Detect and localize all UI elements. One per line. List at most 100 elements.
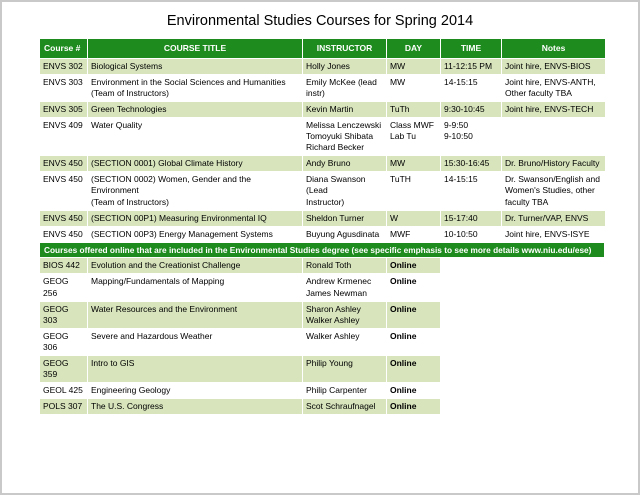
cell-course: GEOG 256 bbox=[39, 273, 88, 302]
page: Environmental Studies Courses for Spring… bbox=[0, 0, 640, 495]
cell-title: Water Quality bbox=[87, 117, 303, 157]
cell-day: Online bbox=[386, 327, 441, 356]
cell-instructor: Andy Bruno bbox=[302, 155, 387, 173]
course-row: GEOG 303 Water Resources and the Environm… bbox=[39, 300, 441, 329]
cell-day: Online bbox=[386, 397, 441, 415]
cell-course: ENVS 305 bbox=[39, 101, 88, 119]
online-courses-table: BIOS 442 Evolution and the Creationist Ch… bbox=[39, 257, 441, 415]
cell-course: ENVS 450 bbox=[39, 225, 88, 243]
cell-day: MW bbox=[386, 74, 441, 103]
header-instructor: INSTRUCTOR bbox=[302, 37, 387, 60]
cell-time: 11-12:15 PM bbox=[440, 58, 502, 76]
courses-table: Course # COURSE TITLE INSTRUCTOR DAY TIM… bbox=[39, 37, 606, 243]
cell-instructor: Kevin Martin bbox=[302, 101, 387, 119]
course-row: GEOL 425 Engineering Geology Philip Carpen… bbox=[39, 381, 441, 399]
cell-instructor: Sharon Ashley Walker Ashley bbox=[302, 300, 387, 329]
cell-notes: Joint hire, ENVS-ISYE bbox=[501, 225, 606, 243]
cell-instructor: Ronald Toth bbox=[302, 257, 387, 275]
cell-course: ENVS 303 bbox=[39, 74, 88, 103]
cell-instructor: Philip Carpenter bbox=[302, 381, 387, 399]
cell-course: GEOG 359 bbox=[39, 354, 88, 383]
cell-instructor: Andrew Krmenec James Newman bbox=[302, 273, 387, 302]
header-time: TIME bbox=[440, 37, 502, 60]
cell-course: GEOG 306 bbox=[39, 327, 88, 356]
cell-title: (SECTION 0002) Women, Gender and the Env… bbox=[87, 171, 303, 211]
header-notes: Notes bbox=[501, 37, 606, 60]
courses-tbody: ENVS 302 Biological Systems Holly Jones MW 1… bbox=[39, 58, 606, 243]
header-course-title: COURSE TITLE bbox=[87, 37, 303, 60]
cell-course: GEOL 425 bbox=[39, 381, 88, 399]
cell-notes: Joint hire, ENVS-BIOS bbox=[501, 58, 606, 76]
cell-title: Evolution and the Creationist Challenge bbox=[87, 257, 303, 275]
online-tbody: BIOS 442 Evolution and the Creationist Ch… bbox=[39, 257, 441, 415]
cell-instructor: Holly Jones bbox=[302, 58, 387, 76]
cell-day: Online bbox=[386, 381, 441, 399]
cell-course: ENVS 409 bbox=[39, 117, 88, 157]
cell-instructor: Buyung Agusdinata bbox=[302, 225, 387, 243]
cell-course: BIOS 442 bbox=[39, 257, 88, 275]
cell-title: Intro to GIS bbox=[87, 354, 303, 383]
cell-course: ENVS 302 bbox=[39, 58, 88, 76]
cell-time: 15:30-16:45 bbox=[440, 155, 502, 173]
cell-course: ENVS 450 bbox=[39, 209, 88, 227]
cell-day: Online bbox=[386, 257, 441, 275]
course-row: GEOG 306 Severe and Hazardous Weather Walk… bbox=[39, 327, 441, 356]
cell-time: 14-15:15 bbox=[440, 171, 502, 211]
page-title: Environmental Studies Courses for Spring… bbox=[166, 13, 474, 29]
course-row: ENVS 305 Green Technologies Kevin Martin Tu… bbox=[39, 101, 606, 119]
cell-day: MW bbox=[386, 58, 441, 76]
cell-instructor: Walker Ashley bbox=[302, 327, 387, 356]
cell-notes: Dr. Turner/VAP, ENVS bbox=[501, 209, 606, 227]
cell-title: Severe and Hazardous Weather bbox=[87, 327, 303, 356]
course-row: POLS 307 The U.S. Congress Scot Schraufnag… bbox=[39, 397, 441, 415]
cell-course: POLS 307 bbox=[39, 397, 88, 415]
course-row: ENVS 303 Environment in the Social Scienc… bbox=[39, 74, 606, 103]
cell-notes: Dr. Bruno/History Faculty bbox=[501, 155, 606, 173]
cell-title: (SECTION 00P1) Measuring Environmental I… bbox=[87, 209, 303, 227]
header-row: Course # COURSE TITLE INSTRUCTOR DAY TIM… bbox=[39, 37, 606, 60]
cell-time: 10-10:50 bbox=[440, 225, 502, 243]
cell-time: 9:30-10:45 bbox=[440, 101, 502, 119]
course-row: ENVS 450 (SECTION 0001) Global Climate Hi… bbox=[39, 155, 606, 173]
cell-instructor: Sheldon Turner bbox=[302, 209, 387, 227]
cell-title: Mapping/Fundamentals of Mapping bbox=[87, 273, 303, 302]
cell-title: (SECTION 0001) Global Climate History bbox=[87, 155, 303, 173]
course-row: ENVS 450 (SECTION 00P1) Measuring Environ… bbox=[39, 209, 606, 227]
cell-instructor: Diana Swanson (Lead Instructor) bbox=[302, 171, 387, 211]
header-course-number: Course # bbox=[39, 37, 88, 60]
cell-day: MWF bbox=[386, 225, 441, 243]
cell-course: ENVS 450 bbox=[39, 171, 88, 211]
cell-notes bbox=[501, 117, 606, 157]
course-row: GEOG 256 Mapping/Fundamentals of Mapping A… bbox=[39, 273, 441, 302]
cell-time: 14-15:15 bbox=[440, 74, 502, 103]
cell-day: TuTh bbox=[386, 101, 441, 119]
cell-title: Engineering Geology bbox=[87, 381, 303, 399]
course-row: ENVS 409 Water Quality Melissa Lenczewski … bbox=[39, 117, 606, 157]
course-row: ENVS 302 Biological Systems Holly Jones MW 1… bbox=[39, 58, 606, 76]
cell-instructor: Emily McKee (lead instr) bbox=[302, 74, 387, 103]
cell-course: GEOG 303 bbox=[39, 300, 88, 329]
header-day: DAY bbox=[386, 37, 441, 60]
cell-day: TuTH bbox=[386, 171, 441, 211]
cell-instructor: Scot Schraufnagel bbox=[302, 397, 387, 415]
cell-time: 15-17:40 bbox=[440, 209, 502, 227]
cell-title: Green Technologies bbox=[87, 101, 303, 119]
cell-course: ENVS 450 bbox=[39, 155, 88, 173]
cell-title: Environment in the Social Sciences and H… bbox=[87, 74, 303, 103]
course-row: BIOS 442 Evolution and the Creationist Ch… bbox=[39, 257, 441, 275]
course-row: ENVS 450 (SECTION 0002) Women, Gender and… bbox=[39, 171, 606, 211]
course-row: ENVS 450 (SECTION 00P3) Energy Management… bbox=[39, 225, 606, 243]
course-tables: Course # COURSE TITLE INSTRUCTOR DAY TIM… bbox=[39, 37, 638, 415]
cell-day: Online bbox=[386, 354, 441, 383]
cell-day: Online bbox=[386, 273, 441, 302]
online-courses-banner: Courses offered online that are included… bbox=[39, 242, 605, 258]
cell-day: Class MWF Lab Tu bbox=[386, 117, 441, 157]
cell-notes: Dr. Swanson/English and Women's Studies,… bbox=[501, 171, 606, 211]
cell-day: W bbox=[386, 209, 441, 227]
cell-day: MW bbox=[386, 155, 441, 173]
cell-title: The U.S. Congress bbox=[87, 397, 303, 415]
cell-notes: Joint hire, ENVS-TECH bbox=[501, 101, 606, 119]
cell-title: Water Resources and the Environment bbox=[87, 300, 303, 329]
course-row: GEOG 359 Intro to GIS Philip Young Online bbox=[39, 354, 441, 383]
cell-title: (SECTION 00P3) Energy Management Systems bbox=[87, 225, 303, 243]
